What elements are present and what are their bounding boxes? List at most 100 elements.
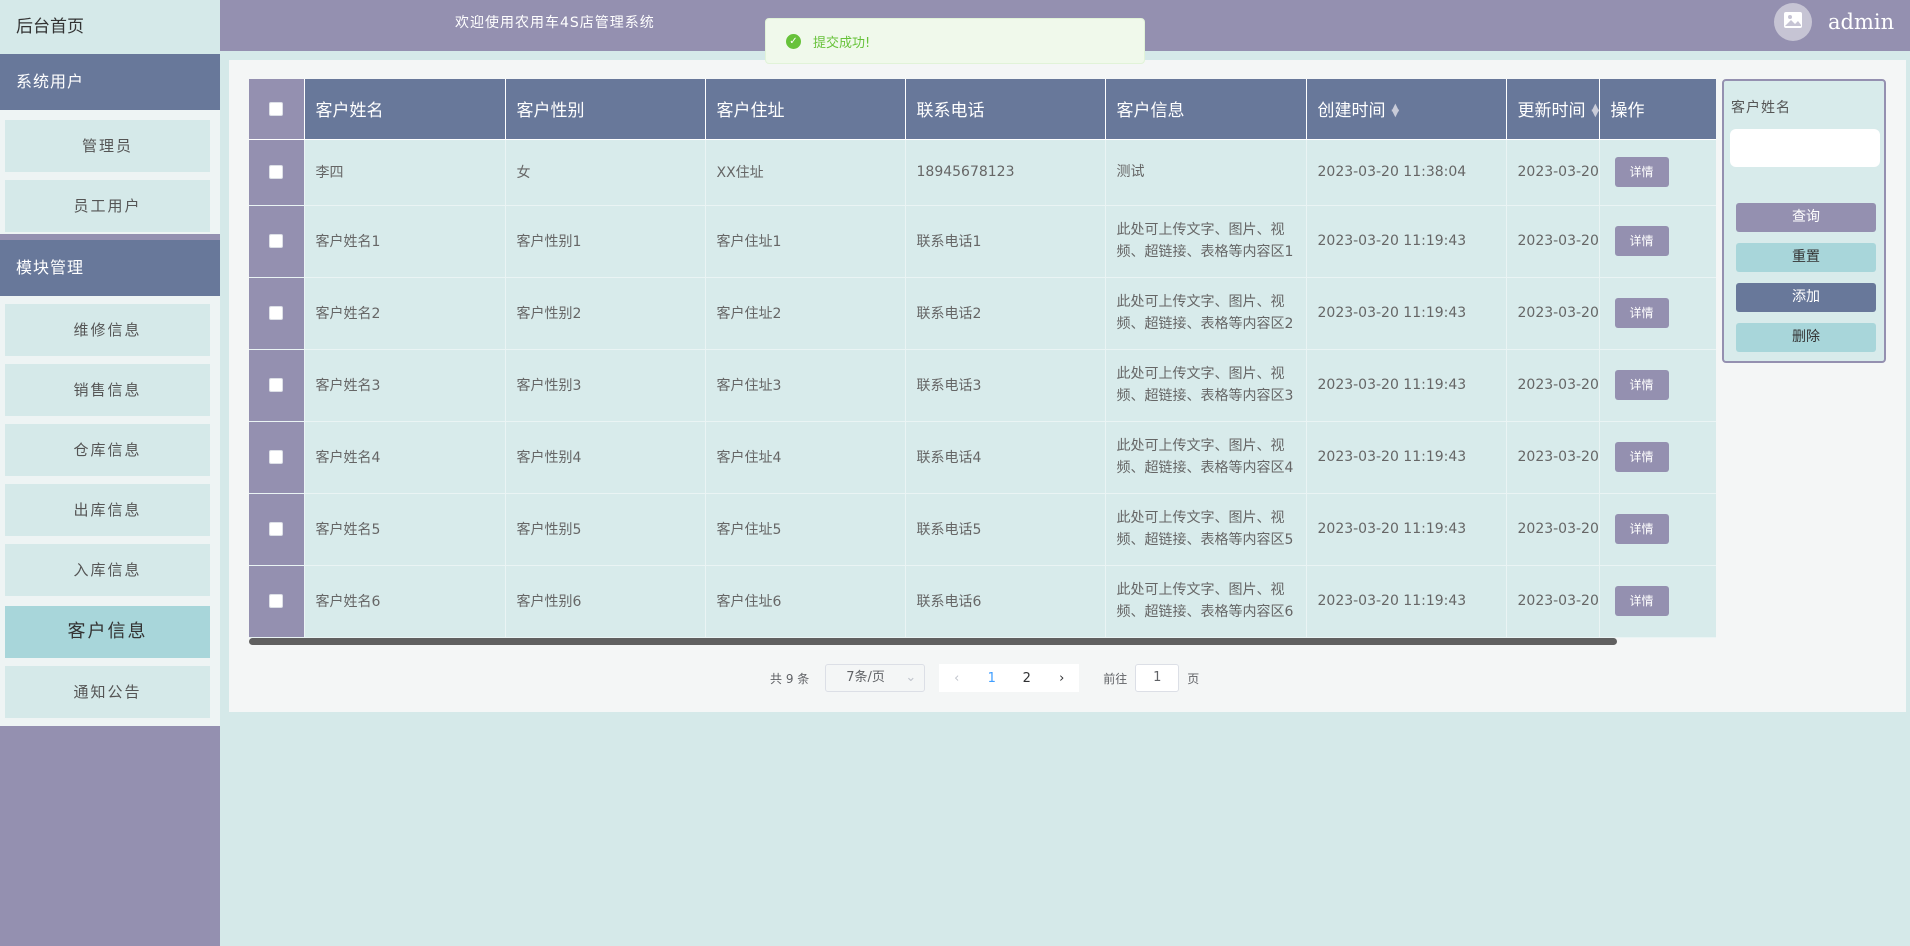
success-toast: ✓ 提交成功! bbox=[765, 18, 1145, 64]
table-row: 客户姓名6 客户性别6 客户住址6 联系电话6 此处可上传文字、图片、视频、超链接、表格… bbox=[249, 565, 1716, 638]
sidebar-section-modules-body: 维修信息 销售信息 仓库信息 出库信息 入库信息 客户信息 通知公告 bbox=[0, 296, 220, 726]
detail-button[interactable]: 详情 bbox=[1614, 226, 1669, 256]
cell-address: 客户住址5 bbox=[705, 493, 906, 566]
cell-gender: 女 bbox=[505, 139, 706, 206]
detail-button[interactable]: 详情 bbox=[1614, 586, 1669, 616]
cell-phone: 联系电话3 bbox=[905, 349, 1106, 422]
cell-gender: 客户性别6 bbox=[505, 565, 706, 638]
cell-created: 2023-03-20 11:38:04 bbox=[1306, 139, 1507, 206]
cell-actions: 详情 bbox=[1599, 493, 1716, 566]
detail-button[interactable]: 详情 bbox=[1614, 157, 1669, 187]
search-panel: 客户姓名 查询 重置 添加 删除 bbox=[1722, 79, 1886, 363]
sidebar-item-staff-users[interactable]: 员工用户 bbox=[5, 180, 210, 232]
cell-updated: 2023-03-20 bbox=[1506, 421, 1600, 494]
sidebar-item-sales-info[interactable]: 销售信息 bbox=[5, 364, 210, 416]
reset-button[interactable]: 重置 bbox=[1736, 243, 1876, 272]
row-select-cell bbox=[249, 205, 305, 278]
toast-message: 提交成功! bbox=[813, 35, 871, 51]
page-number-2[interactable]: 2 bbox=[1009, 671, 1044, 686]
col-header-created[interactable]: 创建时间 ▲ ▼ bbox=[1306, 79, 1507, 140]
username[interactable]: admin bbox=[1828, 10, 1894, 34]
row-checkbox[interactable] bbox=[269, 234, 284, 248]
cell-name: 客户姓名3 bbox=[304, 349, 506, 422]
query-button[interactable]: 查询 bbox=[1736, 203, 1876, 232]
col-header-updated[interactable]: 更新时间 ▲ ▼ bbox=[1506, 79, 1600, 140]
add-button[interactable]: 添加 bbox=[1736, 283, 1876, 312]
table-row: 客户姓名1 客户性别1 客户住址1 联系电话1 此处可上传文字、图片、视频、超链接、表格… bbox=[249, 205, 1716, 278]
chevron-down-icon: ⌄ bbox=[905, 670, 917, 685]
col-header-actions: 操作 bbox=[1599, 79, 1716, 140]
select-all-cell bbox=[249, 79, 305, 140]
col-header-name: 客户姓名 bbox=[304, 79, 506, 140]
sidebar-item-outbound-info[interactable]: 出库信息 bbox=[5, 484, 210, 536]
pagination-total: 共 9 条 bbox=[770, 671, 810, 686]
sidebar-item-inbound-info[interactable]: 入库信息 bbox=[5, 544, 210, 596]
next-page-button[interactable]: › bbox=[1044, 671, 1079, 686]
detail-button[interactable]: 详情 bbox=[1614, 298, 1669, 328]
select-all-checkbox[interactable] bbox=[269, 101, 284, 116]
cell-info: 此处可上传文字、图片、视频、超链接、表格等内容区6 bbox=[1105, 565, 1307, 638]
sort-icon[interactable]: ▲ ▼ bbox=[1592, 103, 1599, 119]
row-checkbox[interactable] bbox=[269, 450, 284, 464]
row-select-cell bbox=[249, 139, 305, 206]
page-number-1[interactable]: 1 bbox=[974, 671, 1009, 686]
customer-name-search-input[interactable] bbox=[1730, 129, 1880, 167]
sidebar-item-admin[interactable]: 管理员 bbox=[5, 120, 210, 172]
col-header-gender: 客户性别 bbox=[505, 79, 706, 140]
row-checkbox[interactable] bbox=[269, 522, 284, 536]
system-title: 欢迎使用农用车4S店管理系统 bbox=[455, 15, 655, 31]
detail-button[interactable]: 详情 bbox=[1614, 514, 1669, 544]
row-select-cell bbox=[249, 349, 305, 422]
goto-prefix: 前往 bbox=[1103, 671, 1128, 686]
row-select-cell bbox=[249, 565, 305, 638]
horizontal-scrollbar[interactable] bbox=[249, 638, 1617, 645]
cell-info: 此处可上传文字、图片、视频、超链接、表格等内容区4 bbox=[1105, 421, 1307, 494]
row-select-cell bbox=[249, 421, 305, 494]
goto-page-input[interactable]: 1 bbox=[1135, 664, 1180, 692]
cell-actions: 详情 bbox=[1599, 139, 1716, 206]
cell-created: 2023-03-20 11:19:43 bbox=[1306, 565, 1507, 638]
sidebar-item-warehouse-info[interactable]: 仓库信息 bbox=[5, 424, 210, 476]
col-header-updated-label: 更新时间 bbox=[1517, 101, 1586, 122]
cell-info: 此处可上传文字、图片、视频、超链接、表格等内容区3 bbox=[1105, 349, 1307, 422]
sidebar-home-link[interactable]: 后台首页 bbox=[0, 0, 220, 54]
table-row: 李四女 XX住址 18945678123 测试 2023-03-20 11:38:04 2… bbox=[249, 139, 1716, 206]
cell-phone: 联系电话1 bbox=[905, 205, 1106, 278]
cell-name: 客户姓名4 bbox=[304, 421, 506, 494]
row-checkbox[interactable] bbox=[269, 165, 284, 179]
sort-icon[interactable]: ▲ ▼ bbox=[1392, 103, 1400, 119]
cell-updated: 2023-03-20 bbox=[1506, 493, 1600, 566]
row-checkbox[interactable] bbox=[269, 594, 284, 608]
customer-table: 客户姓名 客户性别 客户住址 联系电话 客户信息 创建时间 ▲ ▼ 更新时间 ▲ ▼ 操… bbox=[249, 79, 1716, 638]
cell-updated: 2023-03-20 bbox=[1506, 205, 1600, 278]
cell-gender: 客户性别1 bbox=[505, 205, 706, 278]
page-goto: 前往 1 页 bbox=[1103, 664, 1199, 692]
user-avatar[interactable] bbox=[1774, 3, 1812, 41]
detail-button[interactable]: 详情 bbox=[1614, 442, 1669, 472]
cell-phone: 18945678123 bbox=[905, 139, 1106, 206]
row-checkbox[interactable] bbox=[269, 306, 284, 320]
cell-created: 2023-03-20 11:19:43 bbox=[1306, 493, 1507, 566]
cell-created: 2023-03-20 11:19:43 bbox=[1306, 205, 1507, 278]
cell-address: XX住址 bbox=[705, 139, 906, 206]
row-checkbox[interactable] bbox=[269, 378, 284, 392]
sidebar-item-notice[interactable]: 通知公告 bbox=[5, 666, 210, 718]
sidebar-section-system-users[interactable]: 系统用户 bbox=[0, 54, 220, 110]
cell-info: 此处可上传文字、图片、视频、超链接、表格等内容区5 bbox=[1105, 493, 1307, 566]
sidebar-section-modules[interactable]: 模块管理 bbox=[0, 240, 220, 296]
cell-address: 客户住址2 bbox=[705, 277, 906, 350]
cell-name: 李四 bbox=[304, 139, 506, 206]
table-row: 客户姓名2 客户性别2 客户住址2 联系电话2 此处可上传文字、图片、视频、超链接、表格… bbox=[249, 277, 1716, 350]
detail-button[interactable]: 详情 bbox=[1614, 370, 1669, 400]
col-header-info: 客户信息 bbox=[1105, 79, 1307, 140]
sidebar-item-customer-info[interactable]: 客户信息 bbox=[5, 606, 210, 658]
cell-info: 此处可上传文字、图片、视频、超链接、表格等内容区2 bbox=[1105, 277, 1307, 350]
sidebar-item-repair-info[interactable]: 维修信息 bbox=[5, 304, 210, 356]
col-header-phone: 联系电话 bbox=[905, 79, 1106, 140]
page-size-select[interactable]: 7条/页 ⌄ bbox=[825, 664, 926, 692]
cell-updated: 2023-03-20 bbox=[1506, 349, 1600, 422]
cell-phone: 联系电话2 bbox=[905, 277, 1106, 350]
row-select-cell bbox=[249, 277, 305, 350]
prev-page-button[interactable]: ‹ bbox=[939, 671, 974, 686]
delete-button[interactable]: 删除 bbox=[1736, 323, 1876, 352]
